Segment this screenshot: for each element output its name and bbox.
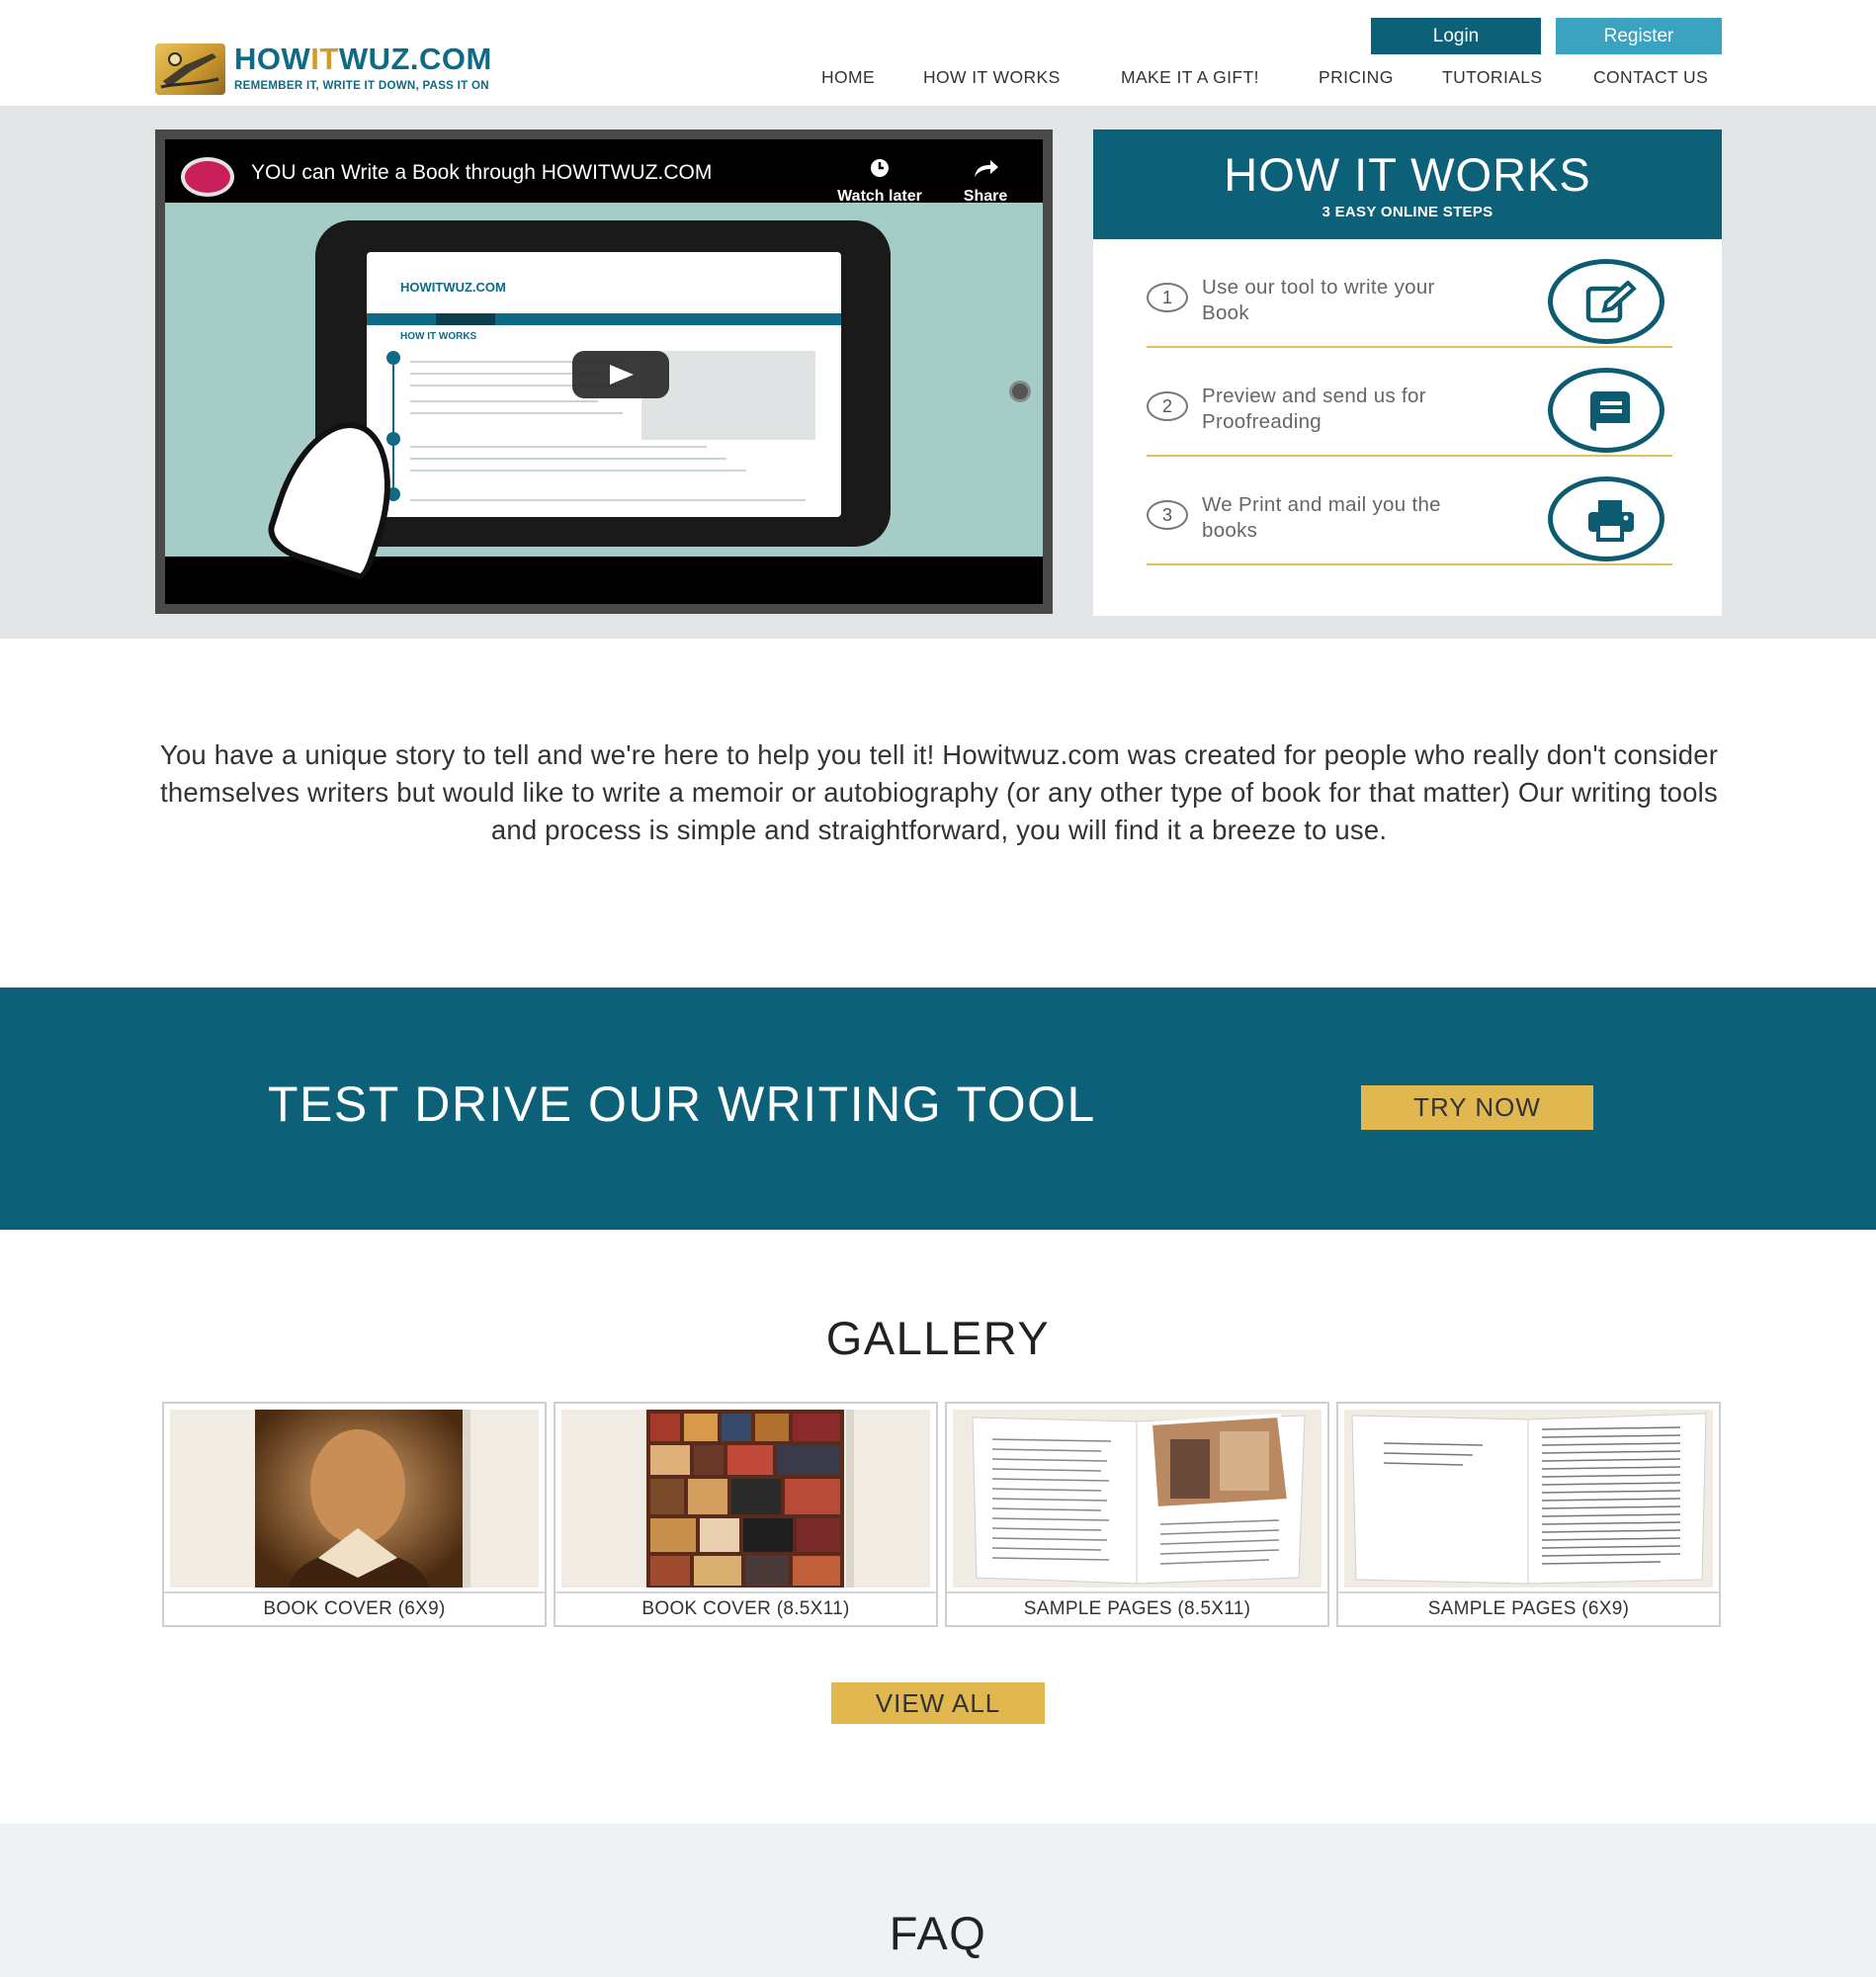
edit-icon (1548, 259, 1664, 344)
login-button[interactable]: Login (1371, 18, 1541, 54)
gallery-item[interactable]: SAMPLE PAGES (6X9) (1336, 1402, 1721, 1627)
sample-pages-6x9-image (1344, 1410, 1713, 1588)
intro-text: You have a unique story to tell and we'r… (159, 739, 1719, 845)
register-button[interactable]: Register (1556, 18, 1722, 54)
video-title[interactable]: YOU can Write a Book through HOWITWUZ.CO… (251, 161, 712, 185)
book-cover-8-5x11-image (561, 1410, 930, 1588)
step-2: 2 Preview and send us for Proofreading (1147, 348, 1672, 457)
share-button[interactable]: Share (954, 157, 1017, 206)
nav-how-it-works[interactable]: HOW IT WORKS (923, 67, 1061, 89)
site-header: HOWITWUZ.COM REMEMBER IT, WRITE IT DOWN,… (0, 0, 1876, 107)
channel-avatar[interactable] (181, 157, 234, 197)
book-cover-6x9-image (170, 1410, 539, 1588)
site-logo[interactable]: HOWITWUZ.COM REMEMBER IT, WRITE IT DOWN,… (155, 42, 521, 97)
nav-pricing[interactable]: PRICING (1319, 67, 1394, 89)
nav-make-it-a-gift[interactable]: MAKE IT A GIFT! (1121, 67, 1259, 89)
play-icon[interactable] (572, 351, 669, 398)
faq-section: FAQ (0, 1824, 1876, 1977)
cta-heading: TEST DRIVE OUR WRITING TOOL (268, 1076, 1096, 1132)
logo-tagline: REMEMBER IT, WRITE IT DOWN, PASS IT ON (234, 80, 489, 92)
faq-title: FAQ (889, 1907, 987, 1959)
logo-title: HOWITWUZ.COM (234, 42, 492, 76)
step-text: Use our tool to write your Book (1202, 276, 1435, 324)
gallery-caption: BOOK COVER (8.5X11) (555, 1591, 936, 1625)
step-3: 3 We Print and mail you the books (1147, 457, 1672, 565)
book-icon (1548, 368, 1664, 453)
screen-heading: HOW IT WORKS (400, 331, 477, 342)
gallery-title: GALLERY (825, 1312, 1051, 1364)
nav-tutorials[interactable]: TUTORIALS (1442, 67, 1543, 89)
screen-nav (367, 313, 841, 325)
tablet-home-button (1009, 381, 1031, 402)
nav-contact-us[interactable]: CONTACT US (1593, 67, 1708, 89)
logo-mark (155, 43, 225, 95)
clock-icon (871, 159, 889, 177)
video-player[interactable]: YOU can Write a Book through HOWITWUZ.CO… (155, 129, 1053, 614)
view-all-button[interactable]: VIEW ALL (831, 1682, 1045, 1724)
printer-icon (1548, 476, 1664, 561)
step-number: 1 (1147, 283, 1188, 312)
nav-home[interactable]: HOME (821, 67, 875, 89)
try-now-button[interactable]: TRY NOW (1361, 1085, 1593, 1130)
how-it-works-subtitle: 3 EASY ONLINE STEPS (1322, 204, 1493, 220)
share-icon (975, 160, 998, 177)
screen-logo: HOWITWUZ.COM (400, 280, 506, 295)
step-text: Preview and send us for Proofreading (1202, 385, 1426, 433)
watch-later-button[interactable]: Watch later (825, 157, 934, 206)
gallery-caption: SAMPLE PAGES (6X9) (1338, 1591, 1719, 1625)
gallery-caption: SAMPLE PAGES (8.5X11) (947, 1591, 1327, 1625)
step-text: We Print and mail you the books (1202, 493, 1441, 542)
gallery-caption: BOOK COVER (6X9) (164, 1591, 545, 1625)
sample-pages-8-5x11-image (953, 1410, 1322, 1588)
gallery-item[interactable]: BOOK COVER (6X9) (162, 1402, 547, 1627)
video-frame: YOU can Write a Book through HOWITWUZ.CO… (165, 139, 1043, 604)
gallery-item[interactable]: SAMPLE PAGES (8.5X11) (945, 1402, 1329, 1627)
step-number: 3 (1147, 500, 1188, 530)
how-it-works-header: HOW IT WORKS 3 EASY ONLINE STEPS (1093, 129, 1722, 239)
cta-banner: TEST DRIVE OUR WRITING TOOL TRY NOW (0, 988, 1876, 1230)
gallery-item[interactable]: BOOK COVER (8.5X11) (554, 1402, 938, 1627)
step-1: 1 Use our tool to write your Book (1147, 239, 1672, 348)
step-number: 2 (1147, 391, 1188, 421)
how-it-works-panel: HOW IT WORKS 3 EASY ONLINE STEPS 1 Use o… (1093, 129, 1722, 616)
how-it-works-title: HOW IT WORKS (1224, 148, 1591, 201)
